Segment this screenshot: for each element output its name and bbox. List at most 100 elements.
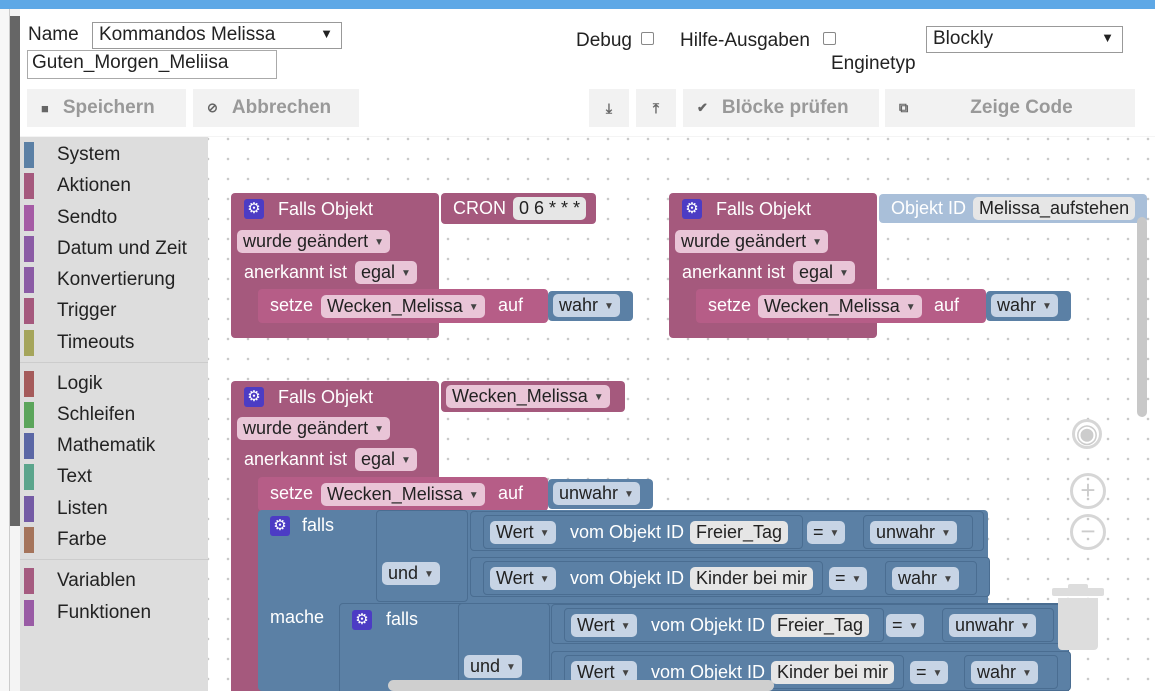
dropdown-variable[interactable]: Wecken_Melissa ▼ [758, 295, 922, 318]
bool-block[interactable]: wahr ▼ [885, 561, 977, 595]
category-aktionen[interactable]: Aktionen [24, 171, 208, 199]
dropdown-egal[interactable]: egal ▼ [793, 261, 855, 284]
dropdown-und[interactable]: und ▼ [382, 562, 440, 585]
dropdown-variable[interactable]: Wecken_Melissa ▼ [446, 385, 610, 408]
setze-block[interactable]: setze Wecken_Melissa ▼ auf [696, 289, 986, 323]
compare-block[interactable]: Wert ▼ vom Objekt ID Kinder bei mir = ▼ wa… [470, 557, 990, 597]
setze-block[interactable]: setze Wecken_Melissa ▼ auf [258, 477, 548, 511]
hilfe-label: Hilfe-Ausgaben [680, 30, 810, 51]
debug-checkbox[interactable] [641, 32, 654, 45]
name-select[interactable]: Kommandos Melissa ▼ [92, 22, 342, 49]
bool-block[interactable]: wahr ▼ [986, 291, 1071, 321]
objekt-id-field[interactable]: Kinder bei mir [771, 661, 895, 684]
bool-block[interactable]: unwahr ▼ [548, 479, 653, 509]
import-button[interactable]: ⤒ [636, 89, 676, 127]
dropdown-wurde-geaendert[interactable]: wurde geändert ▼ [237, 417, 390, 440]
dropdown-bool[interactable]: wahr ▼ [553, 294, 620, 317]
dropdown-operator[interactable]: = ▼ [910, 661, 949, 684]
blockly-workspace[interactable]: ⚙ Falls Objekt wurde geändert ▼ anerkannt… [208, 137, 1155, 691]
gear-icon[interactable]: ⚙ [244, 199, 264, 219]
zoom-in-icon[interactable]: + [1070, 473, 1106, 509]
dropdown-variable[interactable]: Wecken_Melissa ▼ [321, 295, 485, 318]
category-listen[interactable]: Listen [24, 494, 208, 522]
category-text[interactable]: Text [24, 462, 208, 490]
chevron-down-icon: ▼ [320, 26, 333, 41]
objekt-id-field[interactable]: Freier_Tag [690, 521, 789, 544]
category-logik[interactable]: Logik [24, 369, 208, 397]
dropdown-operator[interactable]: = ▼ [886, 614, 925, 637]
gear-icon[interactable]: ⚙ [270, 516, 290, 536]
dropdown-operator[interactable]: = ▼ [829, 567, 868, 590]
objekt-id-field[interactable]: Kinder bei mir [690, 567, 814, 590]
bool-block[interactable]: unwahr ▼ [863, 515, 973, 549]
dropdown-bool[interactable]: unwahr ▼ [870, 521, 957, 544]
bool-block[interactable]: wahr ▼ [548, 291, 633, 321]
compare-block[interactable]: Wert ▼ vom Objekt ID Freier_Tag = ▼ unwahr… [551, 604, 1065, 644]
horizontal-scrollbar[interactable] [388, 680, 774, 691]
dropdown-operator[interactable]: = ▼ [807, 521, 846, 544]
setze-block[interactable]: setze Wecken_Melissa ▼ auf [258, 289, 548, 323]
category-funktionen[interactable]: Funktionen [24, 598, 208, 626]
cancel-button[interactable]: ⊘ Abbrechen [193, 89, 359, 127]
category-swatch [24, 600, 34, 626]
wert-block[interactable]: Wert ▼ vom Objekt ID Freier_Tag [564, 608, 884, 642]
dropdown-wert[interactable]: Wert ▼ [490, 567, 556, 590]
dropdown-und[interactable]: und ▼ [464, 655, 522, 678]
export-button[interactable]: ⤓ [589, 89, 629, 127]
cron-value-field[interactable]: 0 6 * * * [513, 197, 587, 220]
dropdown-variable[interactable]: Wecken_Melissa ▼ [321, 483, 485, 506]
dropdown-wert[interactable]: Wert ▼ [571, 614, 637, 637]
dropdown-bool[interactable]: unwahr ▼ [553, 482, 640, 505]
chevron-down-icon: ▼ [905, 301, 916, 313]
dropdown-wurde-geaendert[interactable]: wurde geändert ▼ [675, 230, 828, 253]
gear-icon[interactable]: ⚙ [352, 610, 372, 630]
dropdown-egal[interactable]: egal ▼ [355, 261, 417, 284]
left-splitter[interactable] [10, 16, 20, 526]
compare-block[interactable]: Wert ▼ vom Objekt ID Freier_Tag = ▼ unwahr… [470, 511, 984, 551]
gear-icon[interactable]: ⚙ [244, 387, 264, 407]
dropdown-wurde-geaendert[interactable]: wurde geändert ▼ [237, 230, 390, 253]
category-trigger[interactable]: Trigger [24, 296, 208, 324]
show-code-button[interactable]: ⧉ Zeige Code [885, 89, 1135, 127]
vertical-scrollbar[interactable] [1137, 217, 1147, 417]
chevron-down-icon: ▼ [620, 667, 631, 679]
dropdown-bool[interactable]: wahr ▼ [991, 294, 1058, 317]
objekt-id-field[interactable]: Freier_Tag [771, 614, 870, 637]
hilfe-checkbox[interactable] [823, 32, 836, 45]
script-name-input[interactable]: Guten_Morgen_Meliisa [27, 50, 277, 79]
trash-icon[interactable] [1052, 584, 1104, 654]
wert-block[interactable]: Wert ▼ vom Objekt ID Freier_Tag [483, 515, 803, 549]
reset-center-icon[interactable]: ◉ [1072, 419, 1102, 449]
save-button[interactable]: ■ Speichern [27, 89, 186, 127]
category-sendto[interactable]: Sendto [24, 203, 208, 231]
gear-icon[interactable]: ⚙ [682, 199, 702, 219]
wert-block[interactable]: Wert ▼ vom Objekt ID Kinder bei mir [483, 561, 823, 595]
variable-input-block[interactable]: Wecken_Melissa ▼ [441, 381, 625, 412]
dropdown-bool[interactable]: unwahr ▼ [949, 614, 1036, 637]
category-mathematik[interactable]: Mathematik [24, 431, 208, 459]
chevron-down-icon: ▼ [624, 488, 634, 500]
category-variablen[interactable]: Variablen [24, 566, 208, 594]
chevron-down-icon: ▼ [604, 300, 614, 312]
check-blocks-button[interactable]: ✔ Blöcke prüfen [683, 89, 879, 127]
engine-select[interactable]: Blockly ▼ [926, 26, 1123, 53]
objekt-id-field[interactable]: Melissa_aufstehen [973, 197, 1136, 220]
dropdown-egal[interactable]: egal ▼ [355, 448, 417, 471]
bool-block[interactable]: wahr ▼ [964, 655, 1058, 689]
category-system[interactable]: System [24, 140, 208, 168]
category-schleifen[interactable]: Schleifen [24, 400, 208, 428]
cron-input-block[interactable]: CRON 0 6 * * * [441, 193, 596, 224]
category-timeouts[interactable]: Timeouts [24, 328, 208, 356]
save-button-label: Speichern [62, 97, 155, 118]
dropdown-wert[interactable]: Wert ▼ [490, 521, 556, 544]
and-block[interactable]: und ▼ [458, 603, 550, 691]
bool-block[interactable]: unwahr ▼ [942, 608, 1054, 642]
category-farbe[interactable]: Farbe [24, 525, 208, 553]
category-konvertierung[interactable]: Konvertierung [24, 265, 208, 293]
objekt-id-block[interactable]: Objekt ID Melissa_aufstehen [879, 194, 1147, 223]
zoom-out-icon[interactable]: − [1070, 514, 1106, 550]
dropdown-bool[interactable]: wahr ▼ [892, 567, 959, 590]
and-block[interactable]: und ▼ [376, 510, 468, 602]
dropdown-bool[interactable]: wahr ▼ [971, 661, 1038, 684]
category-datum-und-zeit[interactable]: Datum und Zeit [24, 234, 208, 262]
